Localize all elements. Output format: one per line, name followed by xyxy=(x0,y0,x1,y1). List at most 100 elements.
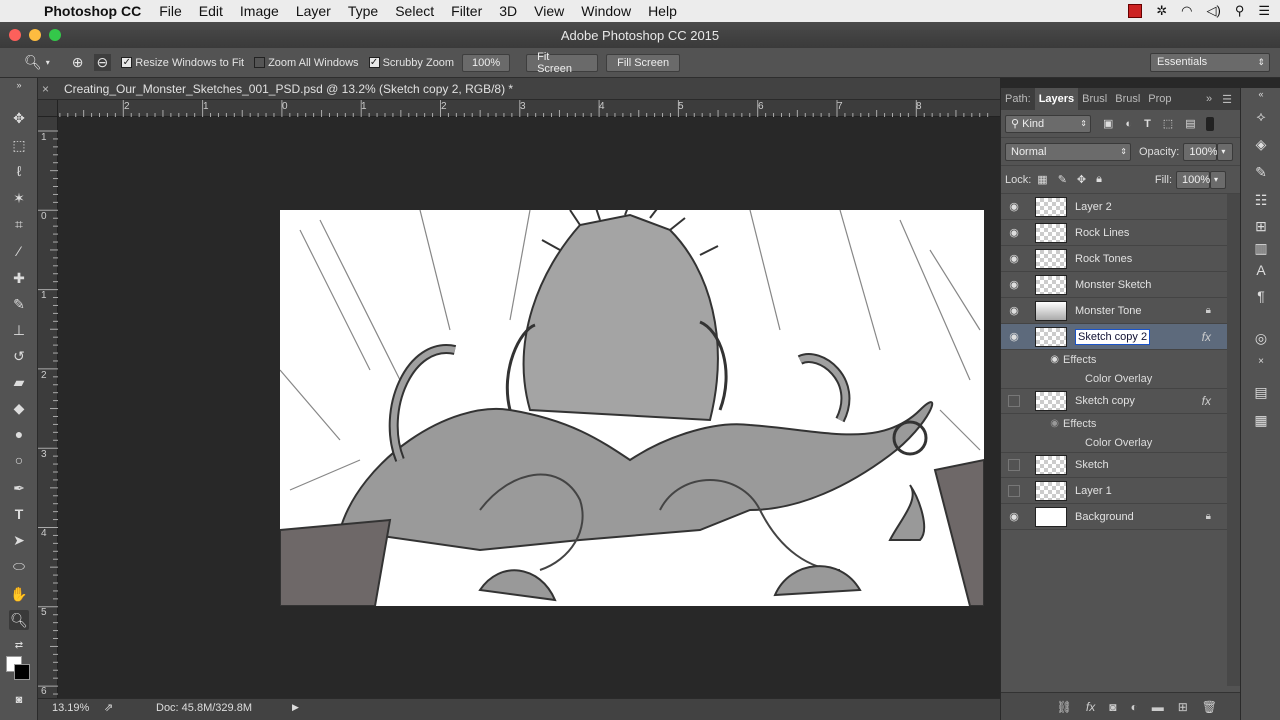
resize-windows-checkbox[interactable]: ✓ xyxy=(121,57,133,68)
adjustments-panel-icon[interactable]: ▥ xyxy=(1251,238,1271,258)
effects-row[interactable]: ◉ Effects xyxy=(1001,350,1227,369)
menu-view[interactable]: View xyxy=(534,3,564,19)
volume-icon[interactable]: ◁) xyxy=(1206,3,1220,19)
spotlight-search-icon[interactable]: ⚲ xyxy=(1235,3,1245,19)
effects-row[interactable]: ◉ Effects xyxy=(1001,414,1227,433)
zoom-tool-icon[interactable]: 🔍︎ xyxy=(9,610,29,630)
layer-row[interactable]: Sketch copy fx xyxy=(1001,388,1227,414)
collapse-icon[interactable]: « xyxy=(1251,88,1271,100)
fill-input[interactable]: 100% xyxy=(1176,170,1210,189)
menu-file[interactable]: File xyxy=(159,3,182,19)
zoom-level-readout[interactable]: 13.19% xyxy=(52,702,89,714)
tab-layers[interactable]: Layers xyxy=(1034,88,1079,110)
link-layers-icon[interactable]: ⛓ xyxy=(1057,700,1072,714)
layer-name[interactable]: Sketch xyxy=(1075,459,1109,471)
quick-mask-icon[interactable]: ◙ xyxy=(9,690,29,710)
workspace-switcher[interactable]: Essentials ⇕ xyxy=(1150,53,1270,72)
eyedropper-tool-icon[interactable]: ⁄ xyxy=(9,241,29,261)
paint-bucket-tool-icon[interactable]: ◆ xyxy=(9,398,29,418)
history-brush-tool-icon[interactable]: ↺ xyxy=(9,346,29,366)
visibility-toggle[interactable] xyxy=(1001,484,1027,497)
eye-icon[interactable]: ◉ xyxy=(1001,252,1027,265)
status-menu-arrow-icon[interactable]: ▶ xyxy=(292,702,299,713)
filter-adjustment-icon[interactable]: ◐ xyxy=(1125,118,1132,130)
layer-name[interactable]: Rock Tones xyxy=(1075,253,1132,265)
healing-brush-tool-icon[interactable]: ✚ xyxy=(9,268,29,288)
lock-all-icon[interactable]: 🔒︎ xyxy=(1096,173,1102,186)
blend-mode-select[interactable]: Normal ⇕ xyxy=(1005,142,1131,161)
collapse-toolbar-icon[interactable]: » xyxy=(9,80,29,90)
zoom-out-icon[interactable]: ⊖ xyxy=(93,54,112,71)
lock-image-icon[interactable]: ✎ xyxy=(1058,173,1067,186)
layers-scrollbar[interactable] xyxy=(1227,194,1241,686)
crop-tool-icon[interactable]: ⌗ xyxy=(9,214,29,234)
character-panel-icon[interactable]: A xyxy=(1251,260,1271,280)
zoom-tool-preset-icon[interactable]: 🔍︎ xyxy=(24,54,42,71)
eye-icon[interactable]: ◉ xyxy=(1001,304,1027,317)
panel-menu-icon[interactable]: ☰ xyxy=(1222,93,1232,106)
layer-name[interactable]: Rock Lines xyxy=(1075,227,1129,239)
menu-help[interactable]: Help xyxy=(648,3,677,19)
collapse-icon[interactable]: » xyxy=(1206,93,1212,105)
filter-kind-select[interactable]: ⚲ Kind ⇕ xyxy=(1005,114,1091,133)
visibility-toggle[interactable] xyxy=(1001,459,1027,471)
paths-panel-icon[interactable]: ⟡ xyxy=(1251,106,1271,126)
menu-filter[interactable]: Filter xyxy=(451,3,482,19)
magic-wand-tool-icon[interactable]: ✶ xyxy=(9,188,29,208)
filter-pixel-icon[interactable]: ▣ xyxy=(1103,117,1113,130)
background-color-swatch[interactable] xyxy=(14,664,30,680)
layer-name[interactable]: Monster Sketch xyxy=(1075,279,1151,291)
tab-properties[interactable]: Prop xyxy=(1144,88,1175,110)
filter-type-icon[interactable]: T xyxy=(1144,118,1151,130)
close-window-button[interactable] xyxy=(9,29,21,41)
zoom-in-icon[interactable]: ⊕ xyxy=(72,54,84,71)
menu-window[interactable]: Window xyxy=(581,3,631,19)
minimize-window-button[interactable] xyxy=(29,29,41,41)
eye-icon[interactable]: ◉ xyxy=(1001,510,1027,523)
fx-icon[interactable]: fx xyxy=(1202,330,1211,344)
menu-layer[interactable]: Layer xyxy=(296,3,331,19)
lock-transparent-icon[interactable]: ▦ xyxy=(1037,173,1047,186)
move-tool-icon[interactable]: ✥ xyxy=(9,108,29,128)
zoom-percent-button[interactable]: 100% xyxy=(462,53,511,72)
layer-name[interactable]: Background xyxy=(1075,511,1134,523)
tab-brush[interactable]: Brusl xyxy=(1078,88,1111,110)
eye-icon[interactable]: ◉ xyxy=(1001,354,1063,365)
layer-name-input[interactable]: Sketch copy 2 xyxy=(1075,328,1151,345)
visibility-toggle[interactable] xyxy=(1001,395,1027,407)
filter-smart-object-icon[interactable]: ▤ xyxy=(1185,117,1195,130)
chevron-down-icon[interactable]: ▾ xyxy=(46,58,50,67)
tab-paths[interactable]: Path: xyxy=(1001,88,1035,110)
layer-name[interactable]: Monster Tone xyxy=(1075,305,1141,317)
layer-row-selected[interactable]: ◉ Sketch copy 2 fx xyxy=(1001,324,1227,350)
add-layer-style-icon[interactable]: fx xyxy=(1086,700,1095,714)
brush-presets-icon[interactable]: ☷ xyxy=(1251,190,1271,210)
layer-row[interactable]: ◉ Rock Lines xyxy=(1001,220,1227,246)
shape-tool-icon[interactable]: ⬭ xyxy=(9,556,29,576)
add-mask-icon[interactable]: ◙ xyxy=(1109,700,1116,714)
eye-icon[interactable]: ◉ xyxy=(1001,418,1063,429)
zoom-window-button[interactable] xyxy=(49,29,61,41)
app-status-icon[interactable] xyxy=(1128,4,1143,18)
blur-tool-icon[interactable]: ● xyxy=(9,424,29,444)
fit-screen-button[interactable]: Fit Screen xyxy=(526,51,599,75)
layer-name[interactable]: Sketch copy xyxy=(1075,395,1135,407)
close-icon[interactable]: × xyxy=(1251,352,1271,372)
fx-icon[interactable]: fx xyxy=(1202,394,1211,408)
new-layer-icon[interactable]: ⊞ xyxy=(1178,700,1188,714)
pen-tool-icon[interactable]: ✒ xyxy=(9,478,29,498)
app-menu[interactable]: Photoshop CC xyxy=(44,3,141,19)
horizontal-ruler[interactable]: 2 1 0 1 2 3 4 5 6 7 8 xyxy=(58,100,1000,117)
new-adjustment-layer-icon[interactable]: ◐ xyxy=(1130,700,1137,714)
layer-row[interactable]: Sketch xyxy=(1001,452,1227,478)
layer-name[interactable]: Layer 1 xyxy=(1075,485,1112,497)
menu-edit[interactable]: Edit xyxy=(199,3,223,19)
layer-name[interactable]: Layer 2 xyxy=(1075,201,1112,213)
history-panel-icon[interactable]: ▤ xyxy=(1251,382,1271,402)
opacity-slider-toggle[interactable]: ▾ xyxy=(1217,142,1234,161)
menu-select[interactable]: Select xyxy=(395,3,434,19)
dodge-tool-icon[interactable]: ○ xyxy=(9,450,29,470)
hand-tool-icon[interactable]: ✋ xyxy=(9,584,29,604)
share-icon[interactable]: ⇗ xyxy=(104,701,113,714)
layer-row[interactable]: Layer 1 xyxy=(1001,478,1227,504)
